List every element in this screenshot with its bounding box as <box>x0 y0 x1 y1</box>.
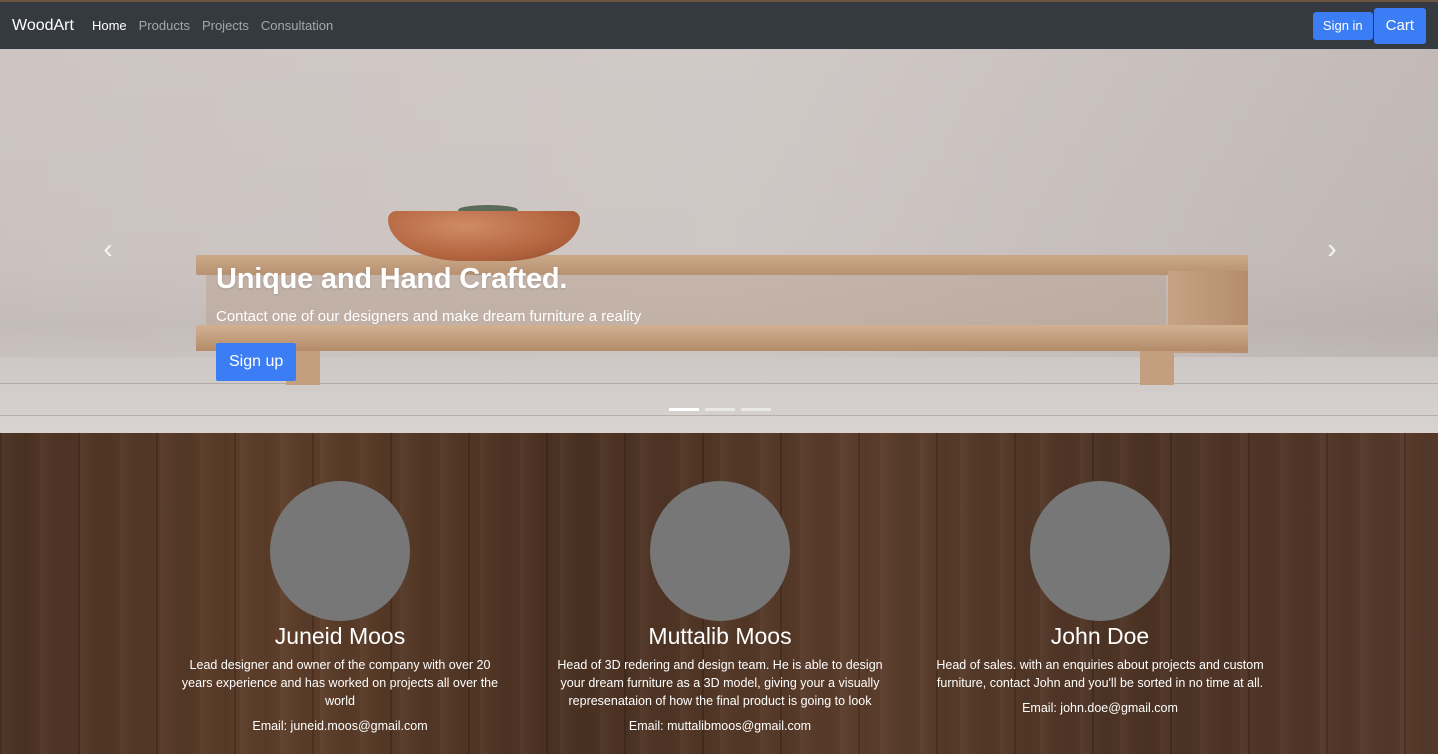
avatar <box>650 481 790 621</box>
hero-title: Unique and Hand Crafted. <box>216 263 568 295</box>
carousel-prev-icon[interactable]: ‹ <box>88 229 128 269</box>
nav-link-projects[interactable]: Projects <box>202 18 249 33</box>
hero-caption: Unique and Hand Crafted. Contact one of … <box>216 263 641 381</box>
signin-button[interactable]: Sign in <box>1312 11 1373 40</box>
carousel-indicator-2[interactable] <box>705 408 735 411</box>
team-member-email: Email: muttalibmoos@gmail.com <box>628 719 812 733</box>
team-member-email: Email: juneid.moos@gmail.com <box>252 719 428 733</box>
carousel-indicator-3[interactable] <box>741 408 771 411</box>
team-member-email: Email: john.doe@gmail.com <box>1022 701 1178 715</box>
hero-carousel: ‹ › Unique and Hand Crafted. Contact one… <box>0 49 1438 433</box>
team-section: Juneid Moos Lead designer and owner of t… <box>0 433 1438 754</box>
avatar <box>1030 481 1170 621</box>
carousel-indicator-1[interactable] <box>669 408 699 411</box>
navbar: WoodArt Home Products Projects Consultat… <box>0 0 1438 49</box>
hero-subtitle: Contact one of our designers and make dr… <box>216 308 642 325</box>
nav-link-home[interactable]: Home <box>92 18 127 33</box>
team-member-card: John Doe Head of sales. with an enquirie… <box>930 481 1270 715</box>
team-member-name: John Doe <box>1050 623 1150 649</box>
team-member-card: Muttalib Moos Head of 3D redering and de… <box>550 481 890 733</box>
avatar <box>270 481 410 621</box>
signup-button[interactable]: Sign up <box>216 343 297 381</box>
team-member-name: Muttalib Moos <box>648 623 792 649</box>
team-member-name: Juneid Moos <box>274 623 406 649</box>
team-member-bio: Lead designer and owner of the company w… <box>181 658 499 708</box>
cart-button[interactable]: Cart <box>1373 7 1426 44</box>
team-member-card: Juneid Moos Lead designer and owner of t… <box>170 481 510 733</box>
carousel-next-icon[interactable]: › <box>1312 229 1352 269</box>
nav-link-consultation[interactable]: Consultation <box>261 18 333 33</box>
nav-link-products[interactable]: Products <box>139 18 190 33</box>
team-member-bio: Head of sales. with an enquiries about p… <box>936 658 1264 690</box>
carousel-indicators <box>669 408 777 411</box>
brand-logo[interactable]: WoodArt <box>12 17 74 35</box>
team-member-bio: Head of 3D redering and design team. He … <box>557 658 883 708</box>
nav-actions: Sign in Cart <box>1312 7 1426 44</box>
